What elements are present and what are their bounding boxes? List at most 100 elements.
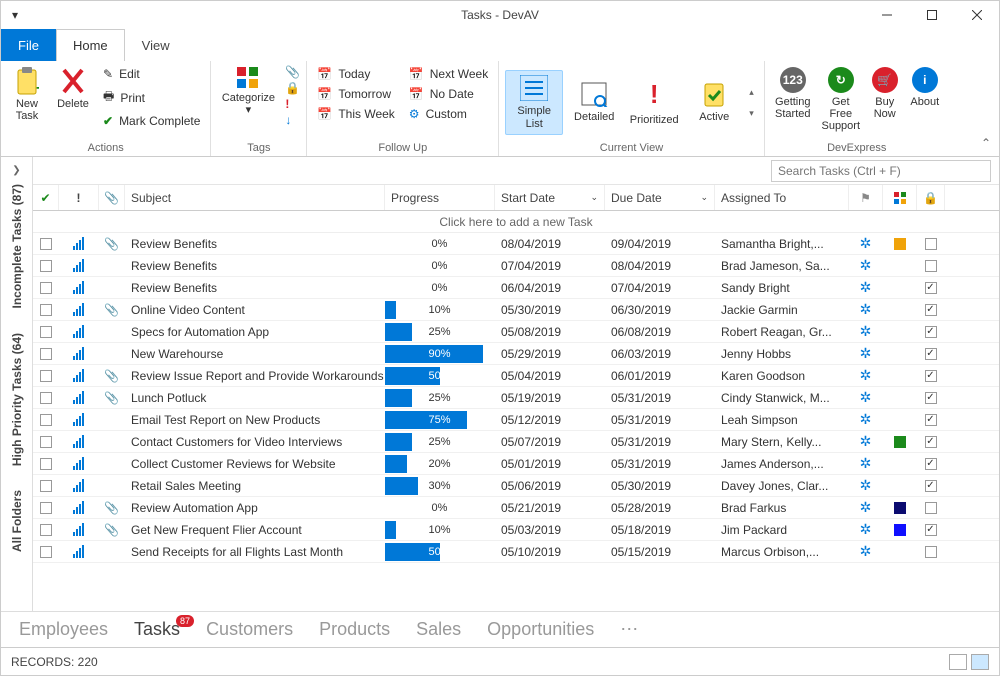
done-checkbox[interactable] — [925, 414, 937, 426]
row-checkbox[interactable] — [40, 458, 52, 470]
sidetab-highpriority[interactable]: High Priority Tasks (64) — [8, 321, 26, 478]
gear-icon[interactable]: ✲ — [860, 323, 872, 340]
close-button[interactable] — [954, 1, 999, 29]
gear-icon[interactable]: ✲ — [860, 279, 872, 296]
gear-icon[interactable]: ✲ — [860, 433, 872, 450]
nav-more[interactable]: ⋯ — [620, 619, 638, 640]
table-row[interactable]: Retail Sales Meeting30%05/06/201905/30/2… — [33, 475, 999, 497]
row-checkbox[interactable] — [40, 436, 52, 448]
table-row[interactable]: Review Benefits0%06/04/201907/04/2019San… — [33, 277, 999, 299]
done-checkbox[interactable] — [925, 348, 937, 360]
buy-now-button[interactable]: 🛒Buy Now — [867, 65, 903, 122]
table-row[interactable]: New Warehourse90%05/29/201906/03/2019Jen… — [33, 343, 999, 365]
row-checkbox[interactable] — [40, 238, 52, 250]
gear-icon[interactable]: ✲ — [860, 455, 872, 472]
col-start[interactable]: Start Date⌄ — [495, 185, 605, 210]
done-checkbox[interactable] — [925, 370, 937, 382]
col-status[interactable]: ⚑ — [849, 185, 883, 210]
nav-employees[interactable]: Employees — [19, 619, 108, 640]
table-row[interactable]: Send Receipts for all Flights Last Month… — [33, 541, 999, 563]
row-checkbox[interactable] — [40, 348, 52, 360]
nav-tasks[interactable]: Tasks87 — [134, 619, 180, 640]
done-checkbox[interactable] — [925, 392, 937, 404]
col-attachment[interactable]: 📎 — [99, 185, 125, 210]
minimize-button[interactable] — [864, 1, 909, 29]
done-checkbox[interactable] — [925, 282, 937, 294]
expand-sidebar-icon[interactable]: ❯ — [12, 165, 20, 176]
table-row[interactable]: 📎Review Automation App0%05/21/201905/28/… — [33, 497, 999, 519]
new-task-button[interactable]: + New Task — [7, 65, 47, 124]
nav-opportunities[interactable]: Opportunities — [487, 619, 594, 640]
row-checkbox[interactable] — [40, 480, 52, 492]
tab-home[interactable]: Home — [56, 29, 125, 61]
about-button[interactable]: iAbout — [907, 65, 943, 110]
view-detailed-button[interactable]: Detailed — [565, 76, 623, 128]
today-button[interactable]: 📅Today — [313, 65, 398, 83]
done-checkbox[interactable] — [925, 260, 937, 272]
row-checkbox[interactable] — [40, 524, 52, 536]
view-prioritized-button[interactable]: ! Prioritized — [625, 74, 683, 131]
thisweek-button[interactable]: 📅This Week — [313, 105, 398, 123]
tab-view[interactable]: View — [125, 29, 187, 61]
sidetab-allfolders[interactable]: All Folders — [8, 478, 26, 564]
done-checkbox[interactable] — [925, 524, 937, 536]
col-subject[interactable]: Subject — [125, 185, 385, 210]
tomorrow-button[interactable]: 📅Tomorrow — [313, 85, 398, 103]
getting-started-button[interactable]: 123Getting Started — [771, 65, 815, 122]
table-row[interactable]: 📎Review Benefits0%08/04/201909/04/2019Sa… — [33, 233, 999, 255]
col-due[interactable]: Due Date⌄ — [605, 185, 715, 210]
done-checkbox[interactable] — [925, 238, 937, 250]
col-lock[interactable]: 🔒 — [917, 185, 945, 210]
nav-customers[interactable]: Customers — [206, 619, 293, 640]
nodate-button[interactable]: 📅No Date — [405, 85, 492, 103]
table-row[interactable]: 📎Online Video Content10%05/30/201906/30/… — [33, 299, 999, 321]
gallery-down-icon[interactable]: ▾ — [749, 108, 754, 119]
gear-icon[interactable]: ✲ — [860, 499, 872, 516]
col-category[interactable] — [883, 185, 917, 210]
custom-button[interactable]: ⚙Custom — [405, 105, 492, 123]
view-mode-2[interactable] — [971, 654, 989, 670]
table-row[interactable]: 📎Review Issue Report and Provide Workaro… — [33, 365, 999, 387]
gear-icon[interactable]: ✲ — [860, 411, 872, 428]
new-row[interactable]: Click here to add a new Task — [33, 211, 999, 233]
done-checkbox[interactable] — [925, 480, 937, 492]
gear-icon[interactable]: ✲ — [860, 301, 872, 318]
sidetab-incomplete[interactable]: Incomplete Tasks (87) — [8, 182, 26, 321]
done-checkbox[interactable] — [925, 304, 937, 316]
view-active-button[interactable]: Active — [685, 76, 743, 128]
done-checkbox[interactable] — [925, 546, 937, 558]
view-mode-1[interactable] — [949, 654, 967, 670]
table-row[interactable]: 📎Get New Frequent Flier Account10%05/03/… — [33, 519, 999, 541]
mark-complete-button[interactable]: ✔Mark Complete — [99, 112, 204, 130]
done-checkbox[interactable] — [925, 458, 937, 470]
gallery-up-icon[interactable]: ▴ — [749, 87, 754, 98]
row-checkbox[interactable] — [40, 546, 52, 558]
maximize-button[interactable] — [909, 1, 954, 29]
gear-icon[interactable]: ✲ — [860, 235, 872, 252]
row-checkbox[interactable] — [40, 304, 52, 316]
row-checkbox[interactable] — [40, 326, 52, 338]
table-row[interactable]: Contact Customers for Video Interviews25… — [33, 431, 999, 453]
nav-sales[interactable]: Sales — [416, 619, 461, 640]
table-row[interactable]: Review Benefits0%07/04/201908/04/2019Bra… — [33, 255, 999, 277]
gear-icon[interactable]: ✲ — [860, 389, 872, 406]
row-checkbox[interactable] — [40, 260, 52, 272]
done-checkbox[interactable] — [925, 326, 937, 338]
col-progress[interactable]: Progress — [385, 185, 495, 210]
gear-icon[interactable]: ✲ — [860, 543, 872, 560]
gear-icon[interactable]: ✲ — [860, 257, 872, 274]
nextweek-button[interactable]: 📅Next Week — [405, 65, 492, 83]
categorize-button[interactable]: Categorize ▾ — [217, 65, 279, 118]
table-row[interactable]: Collect Customer Reviews for Website20%0… — [33, 453, 999, 475]
tab-file[interactable]: File — [1, 29, 56, 61]
edit-button[interactable]: ✎Edit — [99, 65, 204, 83]
gear-icon[interactable]: ✲ — [860, 345, 872, 362]
table-row[interactable]: Email Test Report on New Products75%05/1… — [33, 409, 999, 431]
done-checkbox[interactable] — [925, 502, 937, 514]
collapse-ribbon-button[interactable]: ⌃ — [981, 136, 991, 150]
search-input[interactable] — [771, 160, 991, 182]
gear-icon[interactable]: ✲ — [860, 367, 872, 384]
get-support-button[interactable]: ↻Get Free Support — [819, 65, 863, 134]
col-priority[interactable]: ! — [59, 185, 99, 210]
gear-icon[interactable]: ✲ — [860, 477, 872, 494]
